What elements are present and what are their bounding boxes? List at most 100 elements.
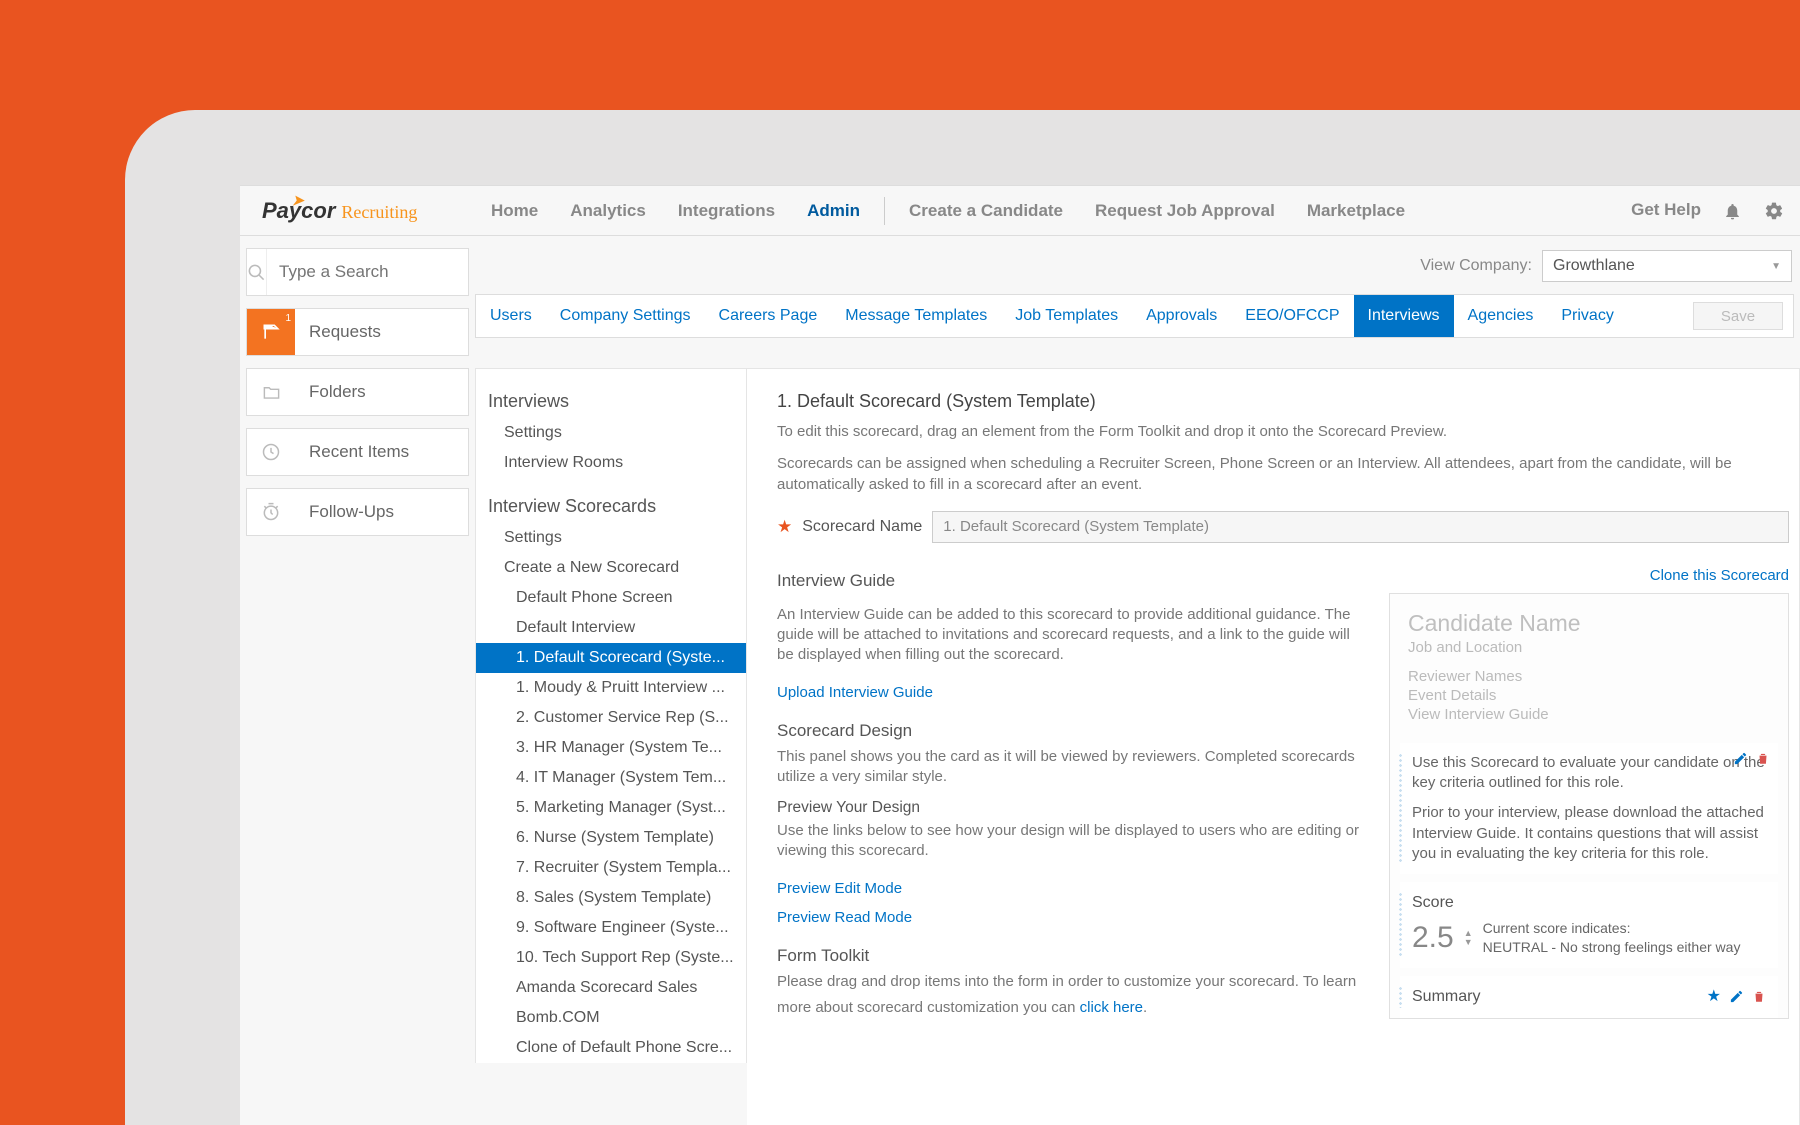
tree-item[interactable]: 5. Marketing Manager (Syst... (476, 793, 746, 823)
preview-intro-2: Prior to your interview, please download… (1412, 803, 1766, 864)
tree-item[interactable]: 8. Sales (System Template) (476, 883, 746, 913)
admin-tab-interviews[interactable]: Interviews (1354, 295, 1454, 337)
nav-link-create-a-candidate[interactable]: Create a Candidate (893, 186, 1079, 236)
nav-link-admin[interactable]: Admin (791, 186, 876, 236)
leftnav-item-folders[interactable]: Folders (246, 368, 469, 416)
tree-item[interactable]: 6. Nurse (System Template) (476, 823, 746, 853)
view-company-label: View Company: (1420, 257, 1532, 275)
drag-handle-icon[interactable] (1398, 892, 1404, 958)
preview-view-guide: View Interview Guide (1408, 706, 1770, 723)
preview-edit-link[interactable]: Preview Edit Mode (777, 880, 902, 897)
edit-icon[interactable] (1729, 986, 1744, 1008)
get-help-link[interactable]: Get Help (1631, 200, 1701, 220)
tree-item[interactable]: 1. Moudy & Pruitt Interview ... (476, 673, 746, 703)
score-stepper[interactable]: ▲▼ (1464, 929, 1473, 947)
admin-tab-agencies[interactable]: Agencies (1454, 295, 1548, 337)
scorecard-detail-panel: 1. Default Scorecard (System Template) T… (747, 368, 1800, 1125)
admin-tab-company-settings[interactable]: Company Settings (546, 295, 705, 337)
delete-icon[interactable] (1752, 986, 1766, 1008)
interview-guide-heading: Interview Guide (777, 571, 895, 591)
delete-icon[interactable] (1756, 749, 1770, 769)
admin-tabs: UsersCompany SettingsCareers PageMessage… (475, 294, 1794, 338)
admin-tab-job-templates[interactable]: Job Templates (1001, 295, 1132, 337)
drag-handle-icon[interactable] (1398, 986, 1404, 1008)
score-label: Score (1412, 892, 1766, 914)
recent-items-icon (247, 429, 295, 475)
nav-link-request-job-approval[interactable]: Request Job Approval (1079, 186, 1291, 236)
preview-intro-block[interactable]: Use this Scorecard to evaluate your cand… (1400, 743, 1778, 874)
leftnav-item-follow-ups[interactable]: Follow-Ups (246, 488, 469, 536)
tree-item[interactable]: Settings (476, 418, 746, 448)
nav-link-integrations[interactable]: Integrations (662, 186, 791, 236)
admin-tab-approvals[interactable]: Approvals (1132, 295, 1231, 337)
leftnav-label: Requests (295, 322, 381, 342)
preview-event: Event Details (1408, 687, 1770, 704)
nav-link-marketplace[interactable]: Marketplace (1291, 186, 1421, 236)
left-sidebar: 1 Requests Folders Recent Items Follow-Ups (240, 236, 475, 1125)
tree-item[interactable]: 9. Software Engineer (Syste... (476, 913, 746, 943)
admin-tab-eeo-ofccp[interactable]: EEO/OFCCP (1231, 295, 1353, 337)
leftnav-label: Recent Items (295, 442, 409, 462)
detail-title: 1. Default Scorecard (System Template) (777, 391, 1789, 412)
form-toolkit-heading: Form Toolkit (777, 946, 1359, 966)
tree-item[interactable]: 7. Recruiter (System Templa... (476, 853, 746, 883)
tree-item[interactable]: Interview Rooms (476, 448, 746, 478)
toolkit-learn-more-link[interactable]: click here (1080, 998, 1143, 1018)
tree-item[interactable]: Default Interview (476, 613, 746, 643)
tree-item[interactable]: Clone of Default Phone Scre... (476, 1033, 746, 1063)
preview-score-block[interactable]: Score 2.5 ▲▼ Current score indicates: NE… (1400, 882, 1778, 968)
follow-ups-icon (247, 489, 295, 535)
scorecard-design-text: This panel shows you the card as it will… (777, 747, 1359, 788)
tree-item[interactable]: 1. Default Scorecard (Syste... (476, 643, 746, 673)
nav-link-analytics[interactable]: Analytics (554, 186, 662, 236)
tree-item[interactable]: Create a New Scorecard (476, 553, 746, 583)
clone-scorecard-link[interactable]: Clone this Scorecard (1650, 567, 1789, 584)
star-icon[interactable]: ★ (1707, 986, 1721, 1008)
upload-guide-link[interactable]: Upload Interview Guide (777, 684, 933, 701)
summary-label: Summary (1412, 986, 1480, 1008)
brand-sub: Recruiting (341, 202, 417, 223)
tree-item[interactable]: 4. IT Manager (System Tem... (476, 763, 746, 793)
search-icon[interactable] (247, 249, 267, 295)
preview-job-location: Job and Location (1408, 639, 1770, 656)
admin-tab-message-templates[interactable]: Message Templates (831, 295, 1001, 337)
preview-reviewers: Reviewer Names (1408, 668, 1770, 685)
admin-tab-users[interactable]: Users (476, 295, 546, 337)
gear-icon[interactable] (1764, 200, 1784, 221)
tree-item[interactable]: 2. Customer Service Rep (S... (476, 703, 746, 733)
scorecard-preview-card: Candidate Name Job and Location Reviewer… (1389, 593, 1789, 1019)
company-value: Growthlane (1553, 257, 1635, 275)
folders-icon (247, 369, 295, 415)
requests-icon: 1 (247, 309, 295, 355)
preview-read-link[interactable]: Preview Read Mode (777, 909, 912, 926)
tree-item[interactable]: Bomb.COM (476, 1003, 746, 1033)
admin-tab-privacy[interactable]: Privacy (1547, 295, 1627, 337)
score-description: Current score indicates: NEUTRAL - No st… (1483, 919, 1741, 957)
bell-icon[interactable] (1723, 200, 1742, 220)
detail-intro-1: To edit this scorecard, drag an element … (777, 422, 1789, 442)
leftnav-item-requests[interactable]: 1 Requests (246, 308, 469, 356)
badge: 1 (285, 313, 291, 324)
tree-item[interactable]: 3. HR Manager (System Te... (476, 733, 746, 763)
tree-item[interactable]: Amanda Scorecard Sales (476, 973, 746, 1003)
leftnav-item-recent-items[interactable]: Recent Items (246, 428, 469, 476)
preview-intro-1: Use this Scorecard to evaluate your cand… (1412, 753, 1766, 794)
brand-logo: Paycor ➤ Recruiting (240, 198, 475, 224)
tree-item[interactable]: Default Phone Screen (476, 583, 746, 613)
scorecard-name-label: Scorecard Name (802, 518, 922, 536)
edit-icon[interactable] (1733, 749, 1748, 769)
preview-design-heading: Preview Your Design (777, 799, 1359, 817)
drag-handle-icon[interactable] (1398, 753, 1404, 864)
company-select[interactable]: Growthlane ▼ (1542, 250, 1792, 282)
scorecard-tree-panel: Interviews SettingsInterview Rooms Inter… (475, 368, 747, 1063)
scorecard-name-input[interactable] (932, 511, 1789, 543)
save-button[interactable]: Save (1693, 302, 1783, 330)
admin-tab-careers-page[interactable]: Careers Page (705, 295, 832, 337)
top-nav: Paycor ➤ Recruiting HomeAnalyticsIntegra… (240, 186, 1800, 236)
tree-item[interactable]: Settings (476, 523, 746, 553)
interview-guide-text: An Interview Guide can be added to this … (777, 605, 1359, 666)
leftnav-label: Follow-Ups (295, 502, 394, 522)
nav-link-home[interactable]: Home (475, 186, 554, 236)
preview-summary-block[interactable]: Summary ★ (1400, 976, 1778, 1018)
tree-item[interactable]: 10. Tech Support Rep (Syste... (476, 943, 746, 973)
